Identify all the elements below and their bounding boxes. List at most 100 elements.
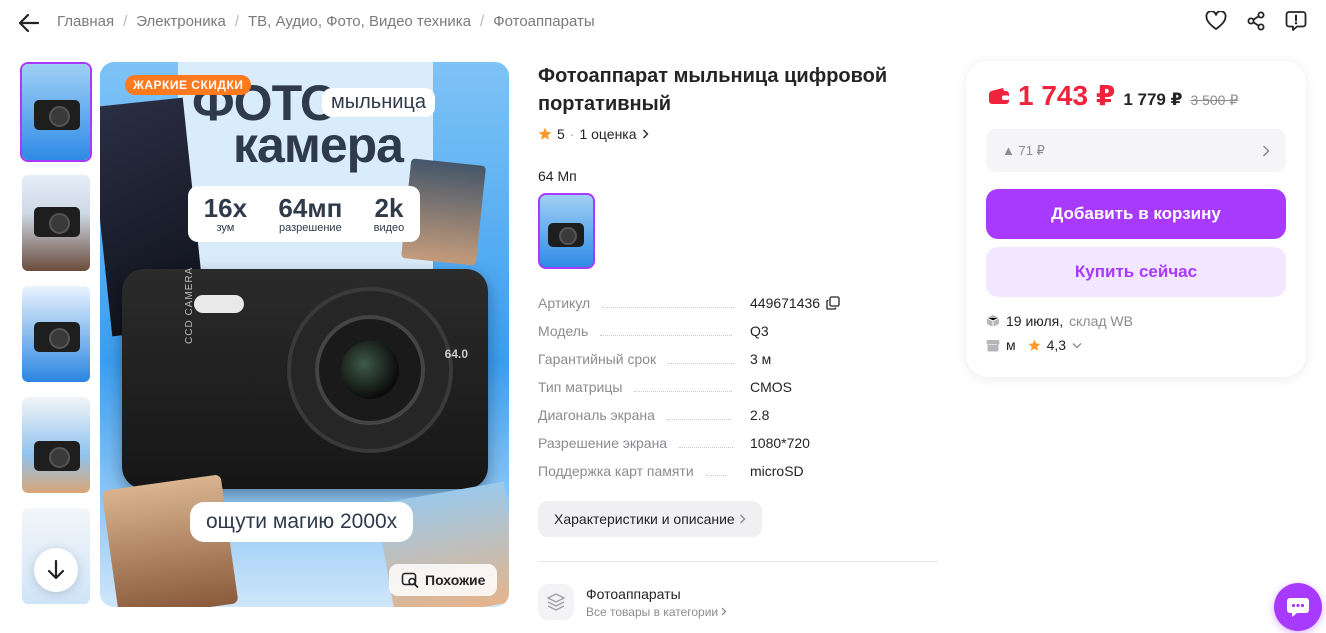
divider: [538, 561, 938, 562]
stat-value: 2k: [374, 193, 404, 223]
breadcrumb-separator: /: [123, 13, 128, 30]
star-icon: [538, 127, 552, 140]
category-link[interactable]: Все товары в категории: [586, 605, 727, 619]
rating-value: 5: [557, 126, 565, 142]
spec-row: Гарантийный срок 3 м: [538, 351, 938, 379]
share-button[interactable]: [1244, 9, 1268, 33]
spec-value: 3 м: [750, 351, 772, 367]
camera-lens: [287, 287, 453, 453]
spec-row: Поддержка карт памяти microSD: [538, 463, 938, 491]
image-title: камера: [233, 117, 404, 173]
spec-value: 1080*720: [750, 435, 810, 451]
favorite-button[interactable]: [1204, 9, 1228, 33]
chat-icon: [1287, 598, 1309, 617]
scroll-down-button[interactable]: [34, 548, 78, 592]
discount-row[interactable]: ▲ 71 ₽: [986, 129, 1286, 172]
image-search-icon: [401, 572, 419, 588]
spec-key: Гарантийный срок: [538, 351, 657, 367]
category-icon-box: [538, 584, 574, 620]
camera-lens-glass: [341, 341, 399, 399]
delivery-row: 19 июля, склад WB: [986, 313, 1133, 329]
image-pill: мыльница: [322, 88, 436, 117]
seller-rating: 4,3: [1046, 337, 1067, 353]
thumbnail-2[interactable]: [20, 173, 92, 273]
category-link-label: Все товары в категории: [586, 604, 719, 619]
spec-key: Артикул: [538, 295, 591, 311]
thumbnail-1[interactable]: [20, 62, 92, 162]
top-bar: Главная / Электроника / ТВ, Аудио, Фото,…: [0, 0, 1326, 44]
sale-badge: ЖАРКИЕ СКИДКИ: [125, 75, 252, 95]
reviews-link[interactable]: 1 оценка: [579, 126, 636, 142]
camera-megapixels: 64.0: [444, 347, 468, 361]
camera-image: [34, 207, 80, 237]
price-row: 1 743 ₽ 1 779 ₽ 3 500 ₽: [988, 79, 1238, 112]
price-old: 3 500 ₽: [1190, 92, 1239, 108]
spec-dots: [668, 363, 735, 364]
price-main: 1 743 ₽: [1018, 80, 1116, 111]
main-product-image[interactable]: ФОТО мыльница камера 16x зум 64мп разрешен…: [100, 62, 509, 607]
thumbnail-image: [22, 175, 90, 271]
image-stat: 64мп разрешение: [278, 194, 342, 234]
stat-value: 16x: [203, 193, 248, 223]
thumbnail-4[interactable]: [20, 395, 92, 495]
product-title: Фотоаппарат мыльница цифровой портативны…: [538, 65, 888, 115]
camera-image: [34, 322, 80, 352]
spec-dots: [634, 391, 733, 392]
spec-key: Диагональ экрана: [538, 407, 655, 423]
article-number: 449671436: [750, 295, 821, 311]
category-block[interactable]: Фотоаппараты Все товары в категории: [538, 584, 938, 620]
thumbnail-3[interactable]: [20, 284, 92, 384]
camera-lens-ring: [315, 315, 425, 425]
delivery-comma: ,: [1059, 313, 1064, 329]
spec-value: CMOS: [750, 379, 792, 395]
variant-option[interactable]: [538, 193, 595, 269]
breadcrumb-separator: /: [234, 13, 239, 30]
star-icon: [1028, 339, 1040, 351]
breadcrumb-separator: /: [480, 13, 485, 30]
thumbnail-image: [22, 286, 90, 382]
thumbnail-image: [22, 397, 90, 493]
breadcrumb-tv-audio[interactable]: ТВ, Аудио, Фото, Видео техника: [248, 13, 471, 30]
spec-value: 449671436: [750, 295, 840, 311]
spec-dots: [705, 475, 726, 476]
similar-label: Похожие: [425, 572, 486, 588]
breadcrumb-cameras[interactable]: Фотоаппараты: [493, 13, 594, 30]
rating-row: 5 · 1 оценка: [538, 126, 938, 142]
chevron-right-icon: [739, 514, 746, 524]
stat-label: видео: [373, 222, 405, 234]
similar-button[interactable]: Похожие: [389, 564, 498, 596]
details-button[interactable]: Характеристики и описание: [538, 501, 762, 537]
spec-row: Диагональ экрана 2.8: [538, 407, 938, 435]
breadcrumb-electronics[interactable]: Электроника: [136, 13, 226, 30]
camera-flash: [194, 295, 244, 313]
spec-value: Q3: [750, 323, 769, 339]
spec-row: Тип матрицы CMOS: [538, 379, 938, 407]
top-actions: [1204, 9, 1308, 33]
chat-button[interactable]: [1274, 583, 1322, 631]
seller-row[interactable]: м 4,3: [986, 337, 1082, 353]
spec-row: Разрешение экрана 1080*720: [538, 435, 938, 463]
buy-now-button[interactable]: Купить сейчас: [986, 247, 1286, 297]
camera-label: CCD CAMERA: [184, 266, 195, 344]
shop-icon: [986, 339, 1000, 351]
spec-key: Тип матрицы: [538, 379, 623, 395]
seller-name: м: [1006, 337, 1016, 353]
arrow-down-icon: [47, 560, 65, 580]
heart-icon: [1205, 11, 1227, 30]
spec-dots: [666, 419, 731, 420]
chevron-right-icon: [722, 607, 727, 615]
category-text: Фотоаппараты Все товары в категории: [586, 586, 727, 619]
report-button[interactable]: [1284, 9, 1308, 33]
stat-label: разрешение: [279, 222, 342, 234]
add-to-cart-button[interactable]: Добавить в корзину: [986, 189, 1286, 239]
category-name: Фотоаппараты: [586, 585, 681, 602]
breadcrumb-home[interactable]: Главная: [57, 13, 114, 30]
wallet-icon: [989, 87, 1009, 104]
product-info: Фотоаппарат мыльница цифровой портативны…: [538, 62, 938, 620]
warehouse-label: склад WB: [1069, 313, 1133, 329]
price-wb: 1 779 ₽: [1123, 90, 1183, 109]
camera-image: [34, 441, 80, 471]
copy-icon[interactable]: [826, 296, 840, 310]
image-slogan: ощути магию 2000х: [190, 502, 414, 542]
back-button[interactable]: [16, 10, 42, 36]
